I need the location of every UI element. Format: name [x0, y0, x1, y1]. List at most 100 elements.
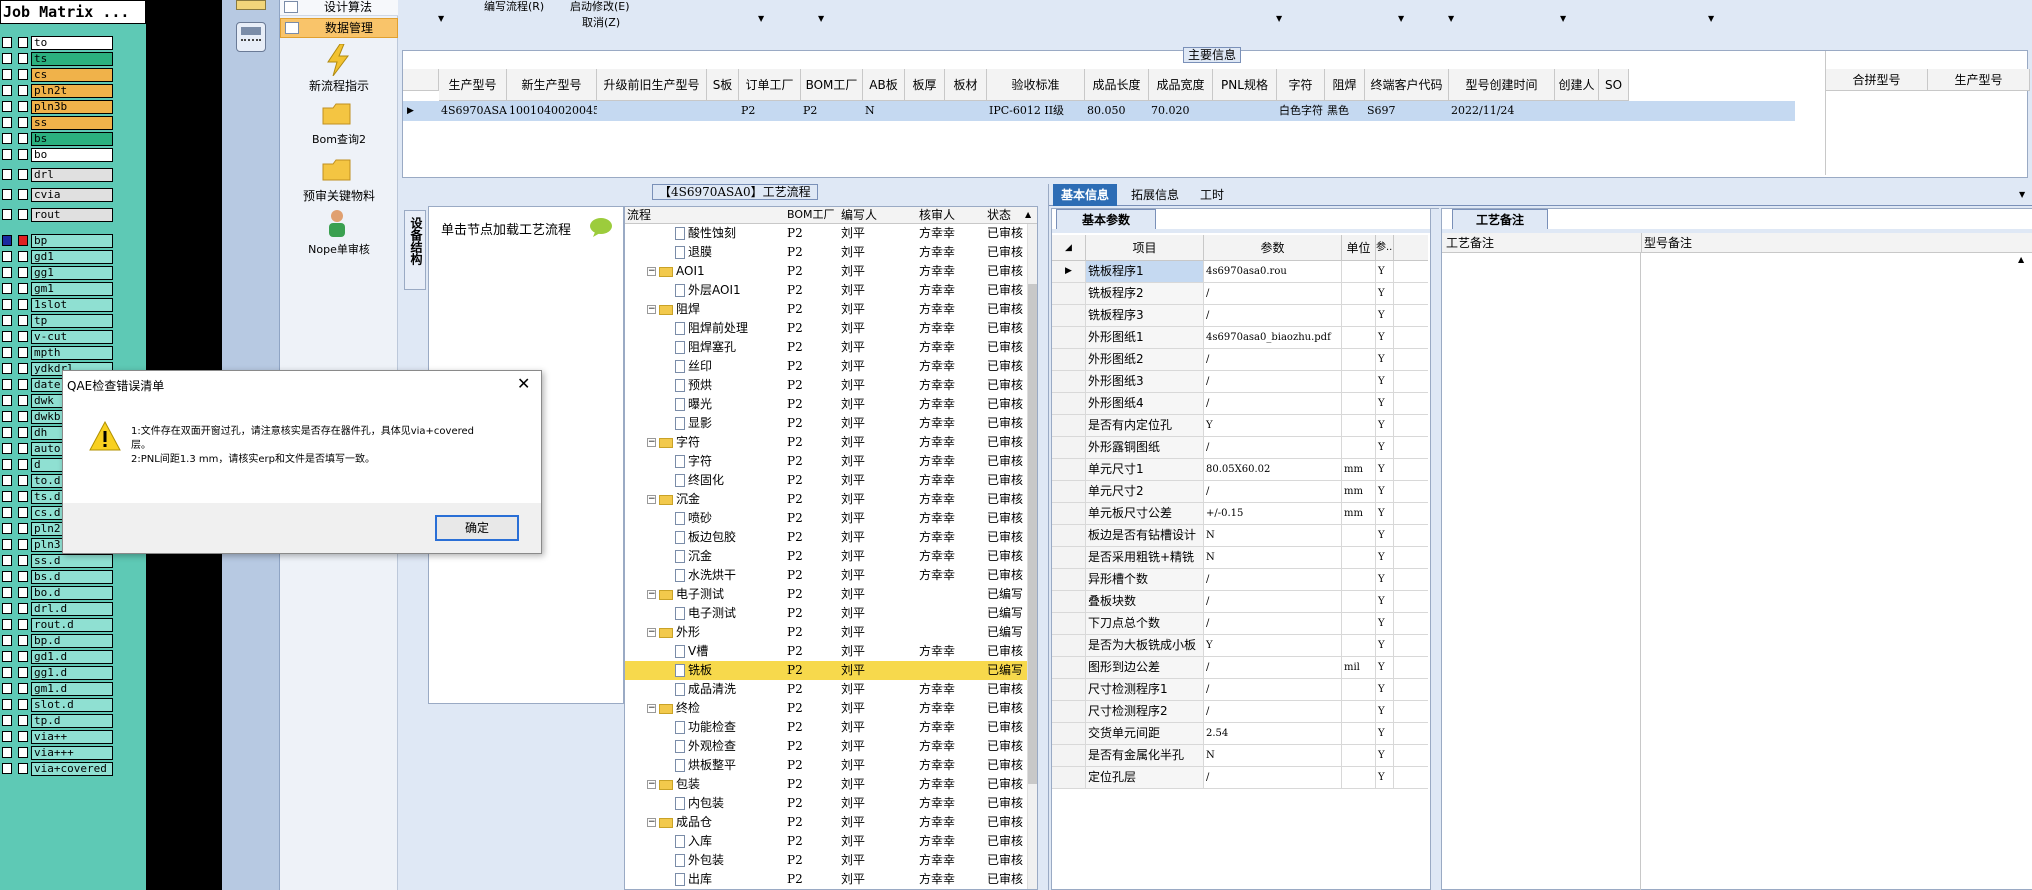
param-row[interactable]: 定位孔层 / Y: [1052, 767, 1428, 789]
table-cell[interactable]: 黑色: [1327, 101, 1365, 121]
chevron-down-icon[interactable]: ▼: [2019, 190, 2025, 199]
column-header[interactable]: 终端客户代码: [1365, 69, 1449, 101]
table-cell[interactable]: 2022/11/24: [1451, 101, 1555, 121]
param-value[interactable]: /: [1204, 591, 1342, 612]
layer-label[interactable]: bp: [31, 234, 113, 248]
layer-checkbox[interactable]: [2, 379, 12, 390]
param-value[interactable]: N: [1204, 547, 1342, 568]
tree-row[interactable]: 阻焊塞孔 P2 刘平 方幸幸 已审核: [625, 338, 1035, 357]
layer-box[interactable]: [18, 133, 28, 144]
tree-row[interactable]: 功能检查 P2 刘平 方幸幸 已审核: [625, 718, 1035, 737]
layer-checkbox[interactable]: [2, 315, 12, 326]
layer-row[interactable]: bp: [0, 234, 146, 248]
layer-box[interactable]: [18, 715, 28, 726]
layer-row[interactable]: ss: [0, 116, 146, 130]
param-value[interactable]: /: [1204, 679, 1342, 700]
layer-checkbox[interactable]: [2, 459, 12, 470]
tree-node-label[interactable]: 电子测试: [675, 604, 736, 623]
layer-box[interactable]: [18, 395, 28, 406]
layer-box[interactable]: [18, 475, 28, 486]
layer-checkbox[interactable]: [2, 427, 12, 438]
tree-row[interactable]: − 终检 P2 刘平 方幸幸 已审核: [625, 699, 1035, 718]
table-cell[interactable]: [1601, 101, 1629, 121]
column-header[interactable]: 型号备注: [1644, 233, 1944, 253]
collapse-icon[interactable]: −: [647, 590, 656, 599]
column-header[interactable]: 参...: [1376, 235, 1394, 261]
tree-row[interactable]: 入库 P2 刘平 方幸幸 已审核: [625, 832, 1035, 851]
layer-checkbox[interactable]: [2, 603, 12, 614]
ok-button[interactable]: 确定: [435, 515, 519, 541]
column-header[interactable]: 参数: [1204, 235, 1342, 261]
param-value[interactable]: /: [1204, 701, 1342, 722]
menu-cancel[interactable]: 取消(Z): [582, 14, 620, 30]
tree-node-label[interactable]: 显影: [675, 414, 712, 433]
column-header[interactable]: BOM工厂: [801, 69, 863, 101]
param-row[interactable]: 交货单元间距 2.54 Y: [1052, 723, 1428, 745]
tree-node-label[interactable]: − 包装: [647, 775, 700, 794]
param-value[interactable]: /: [1204, 349, 1342, 370]
layer-label[interactable]: gg1.d: [31, 666, 113, 680]
column-header[interactable]: 生产型号: [439, 69, 507, 101]
param-row[interactable]: 外形图纸4/ Y: [1052, 393, 1428, 415]
layer-row[interactable]: 1slot: [0, 298, 146, 312]
layer-box[interactable]: [18, 603, 28, 614]
tree-row[interactable]: 酸性蚀刻 P2 刘平 方幸幸 已审核: [625, 224, 1035, 243]
param-value[interactable]: N: [1204, 525, 1342, 546]
param-row[interactable]: 单元尺寸2/mm Y: [1052, 481, 1428, 503]
layer-row[interactable]: to: [0, 36, 146, 50]
layer-label[interactable]: pln3b: [31, 100, 113, 114]
table-cell[interactable]: 80.050: [1087, 101, 1149, 121]
tree-row[interactable]: − 沉金 P2 刘平 方幸幸 已审核: [625, 490, 1035, 509]
layer-label[interactable]: tp: [31, 314, 113, 328]
tree-row[interactable]: 字符 P2 刘平 方幸幸 已审核: [625, 452, 1035, 471]
layer-box[interactable]: [18, 619, 28, 630]
layer-checkbox[interactable]: [2, 101, 12, 112]
layer-label[interactable]: gm1: [31, 282, 113, 296]
param-value[interactable]: N: [1204, 745, 1342, 766]
layer-label[interactable]: to: [31, 36, 113, 50]
layer-checkbox[interactable]: [2, 189, 12, 200]
tree-node-label[interactable]: 喷砂: [675, 509, 712, 528]
param-row[interactable]: 是否有金属化半孔 N Y: [1052, 745, 1428, 767]
layer-checkbox[interactable]: [2, 69, 12, 80]
column-header[interactable]: 单位: [1342, 235, 1376, 261]
layer-label[interactable]: ts: [31, 52, 113, 66]
layer-row[interactable]: gm1: [0, 282, 146, 296]
scroll-up-icon[interactable]: ▲: [1025, 207, 1031, 223]
layer-checkbox[interactable]: [2, 763, 12, 774]
tree-row[interactable]: 预烘 P2 刘平 方幸幸 已审核: [625, 376, 1035, 395]
layer-label[interactable]: mpth: [31, 346, 113, 360]
layer-box[interactable]: [18, 683, 28, 694]
param-row[interactable]: 外形图纸3/ Y: [1052, 371, 1428, 393]
layer-checkbox[interactable]: [2, 267, 12, 278]
column-header[interactable]: 创建人: [1555, 69, 1599, 101]
layer-checkbox[interactable]: [2, 395, 12, 406]
tree-node-label[interactable]: 字符: [675, 452, 712, 471]
tree-node-label[interactable]: 功能检查: [675, 718, 736, 737]
layer-box[interactable]: [18, 555, 28, 566]
layer-checkbox[interactable]: [2, 331, 12, 342]
column-header[interactable]: 流程: [627, 207, 651, 223]
layer-checkbox[interactable]: [2, 117, 12, 128]
layer-checkbox[interactable]: [2, 283, 12, 294]
tree-node-label[interactable]: 内包装: [675, 794, 724, 813]
layer-box[interactable]: [18, 149, 28, 160]
layer-row[interactable]: ss.d: [0, 554, 146, 568]
layer-box[interactable]: [18, 251, 28, 262]
collapse-icon[interactable]: −: [647, 628, 656, 637]
param-row[interactable]: 尺寸检测程序1/ Y: [1052, 679, 1428, 701]
table-cell[interactable]: [709, 101, 739, 121]
layer-checkbox[interactable]: [2, 523, 12, 534]
param-row[interactable]: 尺寸检测程序2/ Y: [1052, 701, 1428, 723]
param-row[interactable]: 铣板程序2/ Y: [1052, 283, 1428, 305]
menu-item-key-material[interactable]: 预审关键物料: [280, 156, 398, 204]
layer-box[interactable]: [18, 747, 28, 758]
layer-box[interactable]: [18, 169, 28, 180]
tree-row[interactable]: 终固化 P2 刘平 方幸幸 已审核: [625, 471, 1035, 490]
collapse-icon[interactable]: −: [647, 780, 656, 789]
layer-label[interactable]: slot.d: [31, 698, 113, 712]
column-header[interactable]: 编写人: [841, 207, 877, 223]
layer-row[interactable]: rout.d: [0, 618, 146, 632]
grid-icon[interactable]: [236, 0, 266, 10]
column-header[interactable]: BOM工厂: [787, 207, 835, 223]
